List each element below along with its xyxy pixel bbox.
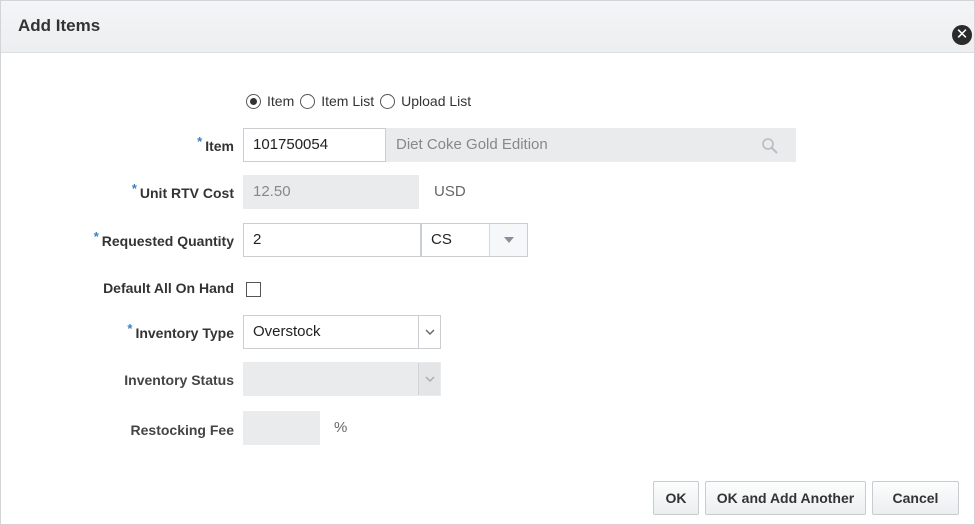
inventory-type-label: * Inventory Type bbox=[127, 321, 234, 341]
unit-rtv-cost-field: 12.50 bbox=[243, 175, 419, 209]
required-marker: * bbox=[93, 229, 99, 244]
cancel-button[interactable]: Cancel bbox=[872, 481, 959, 515]
inventory-type-caret[interactable] bbox=[418, 316, 440, 348]
ok-and-add-another-button[interactable]: OK and Add Another bbox=[705, 481, 866, 515]
restocking-fee-field bbox=[243, 411, 320, 445]
inventory-type-select[interactable]: Overstock bbox=[243, 315, 441, 349]
inventory-status-select bbox=[243, 362, 441, 396]
uom-dropdown-button[interactable] bbox=[489, 224, 527, 256]
required-marker: * bbox=[197, 134, 203, 149]
close-icon[interactable]: ✕ bbox=[952, 25, 972, 45]
inventory-status-label: Inventory Status bbox=[124, 372, 234, 388]
chevron-down-icon bbox=[425, 376, 434, 382]
default-all-on-hand-checkbox[interactable] bbox=[246, 282, 261, 297]
radio-upload-list[interactable]: Upload List bbox=[380, 93, 471, 109]
currency-label: USD bbox=[434, 183, 466, 200]
restocking-fee-label: Restocking Fee bbox=[130, 422, 234, 438]
radio-item-list-label: Item List bbox=[321, 93, 375, 109]
item-description: Diet Coke Gold Edition bbox=[396, 136, 548, 153]
item-description-field: Diet Coke Gold Edition bbox=[386, 128, 796, 162]
radio-item[interactable]: Item bbox=[246, 93, 294, 109]
mode-radio-group: Item Item List Upload List bbox=[246, 90, 477, 112]
add-items-dialog: Add Items ✕ Item Item List Upload List *… bbox=[0, 0, 975, 525]
uom-dropdown[interactable]: CS bbox=[421, 223, 528, 257]
requested-quantity-label: * Requested Quantity bbox=[93, 229, 234, 249]
chevron-down-icon bbox=[425, 329, 434, 335]
dialog-titlebar: Add Items ✕ bbox=[1, 1, 974, 53]
unit-rtv-cost-label: * Unit RTV Cost bbox=[131, 181, 234, 201]
required-marker: * bbox=[127, 321, 133, 336]
default-all-on-hand-label: Default All On Hand bbox=[103, 280, 234, 296]
radio-upload-list-label: Upload List bbox=[401, 93, 472, 109]
percent-label: % bbox=[334, 419, 348, 436]
search-icon[interactable] bbox=[761, 137, 779, 155]
uom-value: CS bbox=[431, 231, 452, 248]
radio-item-list[interactable]: Item List bbox=[300, 93, 374, 109]
item-input[interactable]: 101750054 bbox=[243, 128, 386, 162]
radio-item-label: Item bbox=[267, 93, 295, 109]
radio-upload-list-indicator[interactable] bbox=[380, 93, 396, 109]
dialog-title: Add Items bbox=[18, 16, 101, 35]
radio-item-list-indicator[interactable] bbox=[300, 93, 316, 109]
triangle-down-icon bbox=[503, 237, 514, 243]
radio-item-indicator[interactable] bbox=[246, 93, 261, 109]
ok-button[interactable]: OK bbox=[653, 481, 699, 515]
item-field-label: * Item bbox=[197, 134, 234, 154]
inventory-type-value: Overstock bbox=[253, 323, 321, 340]
requested-quantity-input[interactable]: 2 bbox=[243, 223, 421, 257]
required-marker: * bbox=[131, 181, 137, 196]
inventory-status-caret bbox=[418, 363, 440, 395]
